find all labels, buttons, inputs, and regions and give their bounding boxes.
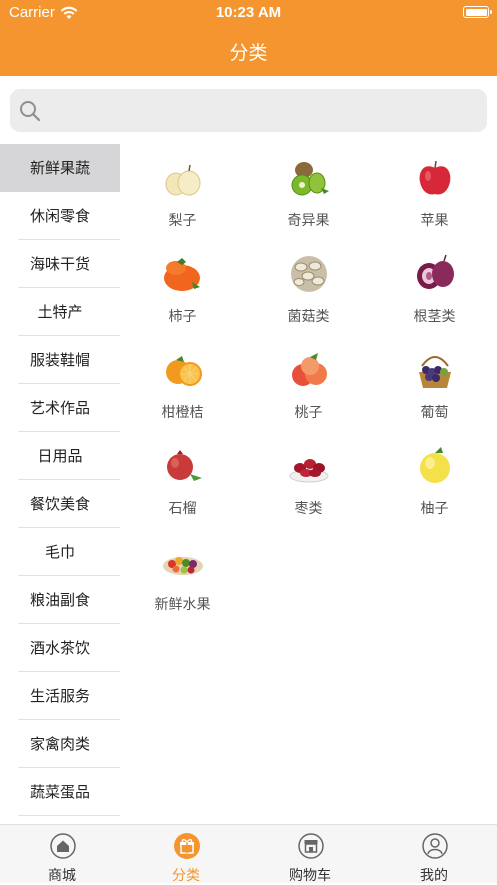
tab-cart[interactable]: 购物车	[248, 825, 372, 884]
sidebar-item-label: 服装鞋帽	[29, 351, 90, 369]
category-label: 奇异果	[287, 213, 330, 229]
category-label: 梨子	[168, 213, 197, 229]
tab-category[interactable]: 分类	[124, 825, 248, 884]
pomegranate-icon	[167, 450, 202, 481]
gift-icon	[174, 833, 200, 859]
sidebar-item-vegetables-eggs[interactable]: 蔬菜蛋品	[0, 768, 120, 816]
search-input[interactable]	[10, 89, 487, 132]
category-pear[interactable]: 梨子	[120, 144, 245, 240]
persimmon-icon	[164, 258, 200, 291]
category-label: 根茎类	[413, 309, 456, 325]
sidebar-item-fresh-produce[interactable]: 新鲜果蔬	[0, 144, 120, 192]
category-label: 柑橙桔	[161, 405, 204, 421]
sidebar-item-label: 毛巾	[44, 543, 75, 561]
mushroom-icon	[291, 256, 327, 292]
apple-icon	[419, 160, 451, 195]
sidebar-item-grain-oil[interactable]: 粮油副食	[0, 576, 120, 624]
sidebar-item-label: 生活服务	[29, 687, 90, 705]
sidebar-item-dried-seafood[interactable]: 海味干货	[0, 240, 120, 288]
kiwi-icon	[291, 162, 329, 196]
pomelo-icon	[420, 447, 450, 483]
sidebar-item-label: 餐饮美食	[29, 495, 90, 513]
sidebar-item-label: 土特产	[37, 303, 83, 321]
sidebar-item-local-specialties[interactable]: 土特产	[0, 288, 120, 336]
category-jujube[interactable]: 枣类	[246, 432, 371, 528]
sidebar-item-apparel[interactable]: 服装鞋帽	[0, 336, 120, 384]
category-mushroom[interactable]: 菌菇类	[246, 240, 371, 336]
sidebar-item-label: 蔬菜蛋品	[29, 783, 90, 801]
battery-icon	[463, 6, 492, 18]
sidebar-item-label: 休闲零食	[29, 207, 90, 225]
category-label: 柿子	[168, 309, 197, 325]
tab-label: 我的	[420, 868, 448, 884]
top-bar: Carrier 10:23 AM 分类	[0, 0, 497, 76]
sidebar-item-drinks[interactable]: 酒水茶饮	[0, 624, 120, 672]
sidebar-item-artworks[interactable]: 艺术作品	[0, 384, 120, 432]
tab-profile[interactable]: 我的	[372, 825, 496, 884]
sidebar-item-label: 日用品	[37, 447, 83, 465]
sidebar-item-life-services[interactable]: 生活服务	[0, 672, 120, 720]
shop-icon	[298, 833, 324, 859]
category-grape[interactable]: 葡萄	[372, 336, 497, 432]
tab-mall[interactable]: 商城	[0, 825, 124, 884]
category-peach[interactable]: 桃子	[246, 336, 371, 432]
category-pomegranate[interactable]: 石榴	[120, 432, 245, 528]
sidebar-item-poultry-meat[interactable]: 家禽肉类	[0, 720, 120, 768]
category-apple[interactable]: 苹果	[372, 144, 497, 240]
sidebar-item-daily-goods[interactable]: 日用品	[0, 432, 120, 480]
tab-label: 购物车	[289, 868, 331, 884]
user-icon	[422, 833, 448, 859]
sidebar-item-label: 酒水茶饮	[29, 639, 90, 657]
home-icon	[50, 833, 76, 859]
category-label: 桃子	[294, 405, 323, 421]
category-root-vegetables[interactable]: 根茎类	[372, 240, 497, 336]
sidebar-item-label: 海味干货	[29, 255, 90, 273]
onion-icon	[417, 254, 454, 289]
category-citrus[interactable]: 柑橙桔	[120, 336, 245, 432]
clock: 10:23 AM	[215, 4, 282, 21]
orange-icon	[166, 356, 202, 386]
sidebar-item-food-dining[interactable]: 餐饮美食	[0, 480, 120, 528]
category-pomelo[interactable]: 柚子	[372, 432, 497, 528]
category-label: 石榴	[168, 501, 197, 517]
category-sidebar: 新鲜果蔬 休闲零食 海味干货 土特产 服装鞋帽 艺术作品 日用品 餐饮美食 毛巾…	[0, 144, 120, 824]
status-bar: Carrier 10:23 AM	[0, 0, 497, 26]
category-label: 枣类	[294, 501, 323, 517]
fruit-platter-icon	[163, 557, 203, 575]
sidebar-item-towels[interactable]: 毛巾	[0, 528, 120, 576]
pear-icon	[165, 164, 201, 196]
tab-label: 分类	[172, 868, 200, 884]
bottom-tab-bar: 商城 分类 购物车 我的	[0, 824, 497, 884]
category-label: 苹果	[420, 213, 449, 229]
page-title: 分类	[229, 42, 268, 64]
category-persimmon[interactable]: 柿子	[120, 240, 245, 336]
jujube-icon	[289, 459, 329, 483]
category-fresh-fruit[interactable]: 新鲜水果	[120, 528, 245, 624]
sidebar-item-label: 粮油副食	[29, 591, 90, 609]
sidebar-item-label: 新鲜果蔬	[29, 159, 90, 177]
sidebar-item-label: 艺术作品	[29, 399, 90, 417]
peach-icon	[292, 353, 327, 386]
category-kiwi[interactable]: 奇异果	[246, 144, 371, 240]
category-label: 菌菇类	[287, 309, 330, 325]
sidebar-item-label: 家禽肉类	[29, 735, 90, 753]
category-label: 柚子	[420, 501, 449, 517]
sidebar-item-snacks[interactable]: 休闲零食	[0, 192, 120, 240]
tab-label: 商城	[48, 868, 76, 884]
search-icon	[20, 101, 41, 122]
category-label: 葡萄	[420, 405, 449, 421]
category-label: 新鲜水果	[154, 597, 211, 613]
grape-basket-icon	[419, 356, 451, 388]
